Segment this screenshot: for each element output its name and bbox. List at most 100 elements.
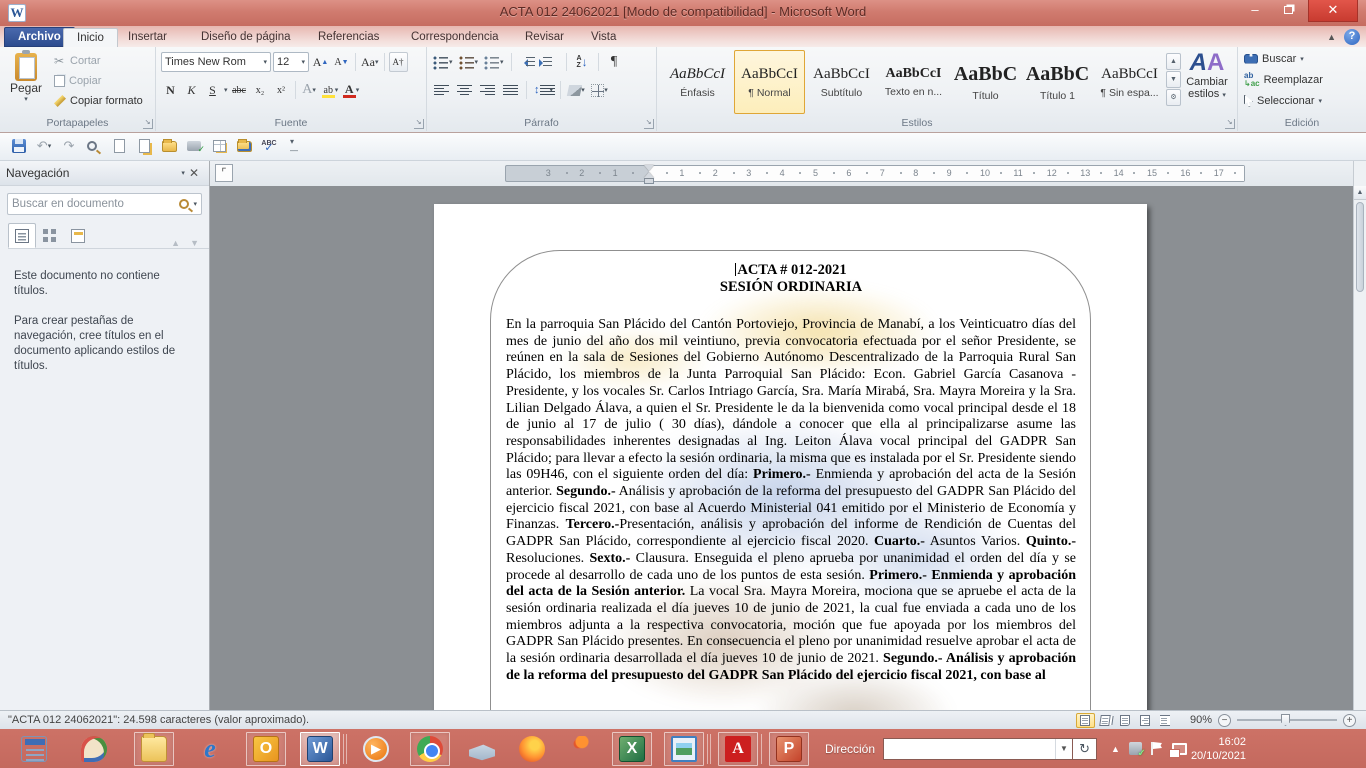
tab-stop-selector[interactable]: ⌜ [215,164,233,182]
minimize-button[interactable]: – [1240,0,1270,22]
numbering-button[interactable]: ▾ [458,52,480,72]
view-outline-button[interactable] [1136,713,1155,728]
line-spacing-button[interactable]: ↕▾ [533,80,554,100]
change-styles-button[interactable]: AA Cambiar estilos ▾ [1181,50,1233,116]
nav-tab-pages[interactable] [36,223,64,248]
style-sin-espaciado[interactable]: AaBbCcI ¶ Sin espa... [1094,50,1165,114]
taskbar-powerpoint[interactable]: P [769,732,809,766]
styles-scroll-up[interactable]: ▲ [1166,53,1181,70]
grow-font-button[interactable]: A▲ [311,52,330,72]
taskbar-drafting-compass[interactable]: A [718,732,758,766]
nav-tab-headings[interactable] [8,223,36,248]
network-tray-icon[interactable] [1172,743,1187,755]
taskbar-clock[interactable]: 16:02 20/10/2021 [1191,735,1246,763]
underline-dropdown-icon[interactable]: ▾ [224,86,228,94]
taskbar-outlook[interactable]: O [246,732,286,766]
style-enfasis[interactable]: AaBbCcI Énfasis [662,50,733,114]
vertical-scrollbar[interactable]: ▲ [1353,161,1366,710]
zoom-slider-thumb[interactable] [1281,714,1290,726]
scrollbar-thumb[interactable] [1356,202,1364,292]
taskbar-file-explorer[interactable] [134,732,174,766]
strikethrough-button[interactable]: abc [230,80,249,100]
undo-button[interactable]: ↶▾ [35,137,53,155]
clear-formatting-button[interactable]: A† [389,52,408,72]
multilevel-list-button[interactable]: ▾ [483,52,505,72]
previous-heading-icon[interactable]: ▲ [171,238,180,248]
tab-correspondencia[interactable]: Correspondencia [398,28,512,47]
styles-gallery-expand[interactable]: ⚙ [1166,89,1181,106]
zoom-level[interactable]: 90% [1190,714,1212,726]
align-center-button[interactable] [455,80,474,100]
save-button[interactable] [10,137,28,155]
taskbar-chrome[interactable] [410,732,450,766]
shrink-font-button[interactable]: A▼ [332,52,351,72]
qat-more-button[interactable]: ▾― [285,137,303,155]
address-input[interactable]: ▼ [883,738,1073,760]
font-size-combo[interactable]: 12▾ [273,52,309,72]
superscript-button[interactable]: x² [272,80,291,100]
tab-inicio[interactable]: Inicio [63,28,118,47]
scroll-up-icon[interactable]: ▲ [1354,186,1366,200]
action-center-flag-icon[interactable] [1151,742,1163,755]
email-attach-button[interactable] [135,137,153,155]
collapse-ribbon-icon[interactable]: ▲ [1327,32,1336,42]
show-hidden-icons[interactable]: ▲ [1111,744,1120,754]
tab-referencias[interactable]: Referencias [305,28,392,47]
sort-button[interactable]: AZ↓ [573,52,592,72]
zoom-slider[interactable] [1237,719,1337,721]
justify-button[interactable] [501,80,520,100]
view-web-layout-button[interactable] [1116,713,1135,728]
bold-button[interactable]: N [161,80,180,100]
font-name-combo[interactable]: Times New Rom▾ [161,52,271,72]
next-heading-icon[interactable]: ▼ [190,238,199,248]
increase-indent-button[interactable] [541,52,560,72]
horizontal-ruler[interactable]: 3211234567891011121314151617 [505,165,1245,182]
view-print-layout-button[interactable] [1076,713,1095,728]
address-go-icon[interactable]: ↻ [1073,738,1097,760]
replace-button[interactable]: ab↳acReemplazar [1244,70,1366,89]
subscript-button[interactable]: x₂ [251,80,270,100]
text-effects-button[interactable]: A▾ [300,80,319,100]
taskbar-firefox[interactable] [512,732,552,766]
style-subtitulo[interactable]: AaBbCcI Subtítulo [806,50,877,114]
paragraph-dialog-launcher[interactable]: ↘ [644,119,654,129]
show-paragraph-marks-button[interactable]: ¶ [605,52,624,72]
edit-table-button[interactable] [210,137,228,155]
view-full-screen-reading-button[interactable] [1096,713,1115,728]
style-texto-en-negrita[interactable]: AaBbCcI Texto en n... [878,50,949,114]
taskbar-excel[interactable]: X [612,732,652,766]
paste-dropdown-icon[interactable]: ▾ [5,95,47,103]
restore-button[interactable] [1272,0,1304,22]
taskbar-word[interactable]: W [300,732,340,766]
address-dropdown-icon[interactable]: ▼ [1055,739,1072,759]
tab-revisar[interactable]: Revisar [512,28,577,47]
tab-vista[interactable]: Vista [578,28,629,47]
select-button[interactable]: Seleccionar▾ [1244,91,1366,110]
align-right-button[interactable] [478,80,497,100]
copy-button[interactable]: Copiar [52,71,143,91]
taskbar-grill-tool[interactable] [562,732,602,766]
highlight-button[interactable]: ab▾ [321,80,340,100]
decrease-indent-button[interactable] [518,52,537,72]
font-color-button[interactable]: A▾ [342,80,361,100]
taskbar-internet-explorer[interactable]: e [190,732,230,766]
navigation-search-input[interactable]: Buscar en documento ▾ [7,193,202,215]
view-draft-button[interactable] [1156,713,1175,728]
taskbar-image-viewer[interactable] [664,732,704,766]
new-document-button[interactable] [110,137,128,155]
italic-button[interactable]: K [182,80,201,100]
print-preview-button[interactable] [85,137,103,155]
taskbar-media-player[interactable]: ▶ [356,732,396,766]
tab-diseno-de-pagina[interactable]: Diseño de página [188,28,304,47]
change-case-button[interactable]: Aa▾ [360,52,380,72]
borders-button[interactable]: ▾ [590,80,609,100]
taskbar-scanner[interactable] [462,732,502,766]
quick-print-button[interactable] [185,137,203,155]
style-normal[interactable]: AaBbCcI ¶ Normal [734,50,805,114]
redo-button[interactable]: ↷ [60,137,78,155]
tab-insertar[interactable]: Insertar [115,28,180,47]
find-button[interactable]: Buscar▾ [1244,49,1366,68]
search-options-dropdown-icon[interactable]: ▾ [193,200,197,208]
underline-button[interactable]: S [203,80,222,100]
styles-dialog-launcher[interactable]: ↘ [1225,119,1235,129]
